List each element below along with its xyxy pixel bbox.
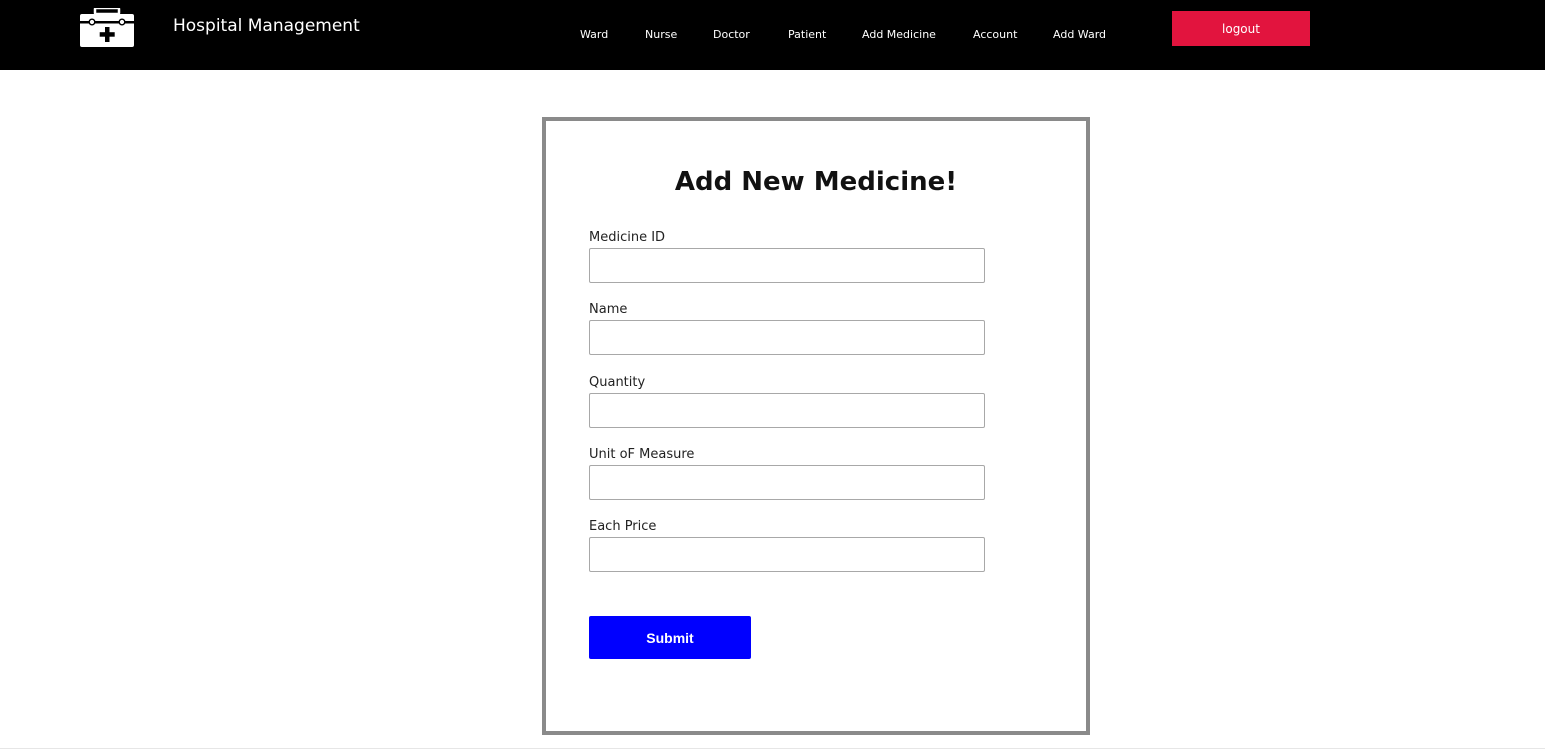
top-navbar: Hospital Management Ward Nurse Doctor Pa…	[0, 0, 1545, 70]
name-label: Name	[589, 302, 628, 317]
nav-account[interactable]: Account	[973, 28, 1017, 42]
submit-button[interactable]: Submit	[589, 616, 751, 659]
page-bottom-divider	[0, 748, 1545, 749]
nav-add-medicine[interactable]: Add Medicine	[862, 28, 936, 42]
logout-button[interactable]: logout	[1172, 11, 1310, 46]
brand-title: Hospital Management	[173, 16, 360, 36]
each-price-input[interactable]	[589, 537, 985, 572]
nav-add-ward[interactable]: Add Ward	[1053, 28, 1106, 42]
medical-kit-icon	[80, 8, 134, 47]
medicine-id-input[interactable]	[589, 248, 985, 283]
nav-nurse[interactable]: Nurse	[645, 28, 677, 42]
name-input[interactable]	[589, 320, 985, 355]
quantity-input[interactable]	[589, 393, 985, 428]
unit-of-measure-input[interactable]	[589, 465, 985, 500]
add-medicine-form: Add New Medicine! Medicine ID Name Quant…	[542, 117, 1090, 735]
nav-patient[interactable]: Patient	[788, 28, 826, 42]
medicine-id-label: Medicine ID	[589, 230, 666, 245]
nav-doctor[interactable]: Doctor	[713, 28, 750, 42]
quantity-label: Quantity	[589, 375, 646, 390]
unit-of-measure-label: Unit oF Measure	[589, 447, 695, 462]
nav-ward[interactable]: Ward	[580, 28, 608, 42]
each-price-label: Each Price	[589, 519, 657, 534]
form-title: Add New Medicine!	[674, 167, 958, 197]
